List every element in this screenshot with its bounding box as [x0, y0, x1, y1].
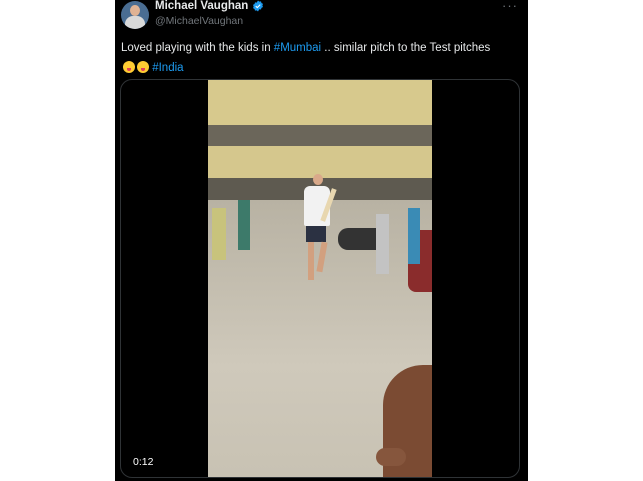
verified-badge-icon — [253, 0, 264, 12]
video-player[interactable]: 0:12 — [120, 79, 520, 478]
batsman-head — [313, 174, 323, 185]
tweet-text: Loved playing with the kids in #Mumbai .… — [121, 38, 501, 78]
video-frame[interactable] — [208, 80, 432, 477]
child-figure — [238, 200, 250, 250]
video-timestamp: 0:12 — [133, 456, 154, 468]
more-options-icon[interactable]: ··· — [502, 0, 518, 13]
batsman-shorts — [306, 226, 326, 242]
foreground-foot — [376, 448, 406, 466]
building-shade-upper — [208, 125, 432, 146]
winking-tongue-emoji-icon — [137, 61, 149, 73]
building-balcony-lower — [208, 146, 432, 178]
author-handle[interactable]: @MichaelVaughan — [155, 15, 243, 27]
child-figure — [212, 208, 226, 260]
batsman-leg — [308, 242, 314, 280]
tweet-text-part1: Loved playing with the kids in — [121, 42, 274, 54]
author-row: Michael Vaughan — [155, 0, 264, 12]
tweet-text-part2: .. similar pitch to the Test pitches — [321, 42, 491, 54]
child-figure — [408, 208, 420, 264]
tweet-card: Michael Vaughan @MichaelVaughan ··· Love… — [115, 0, 528, 481]
avatar-head — [130, 5, 140, 16]
hashtag-mumbai-link[interactable]: #Mumbai — [274, 42, 321, 54]
avatar-body — [125, 16, 145, 29]
author-name[interactable]: Michael Vaughan — [155, 0, 248, 12]
child-figure — [376, 214, 389, 274]
hashtag-india-link[interactable]: #India — [152, 62, 183, 74]
building-balcony-upper — [208, 80, 432, 125]
author-avatar[interactable] — [121, 1, 149, 29]
winking-tongue-emoji-icon — [123, 61, 135, 73]
